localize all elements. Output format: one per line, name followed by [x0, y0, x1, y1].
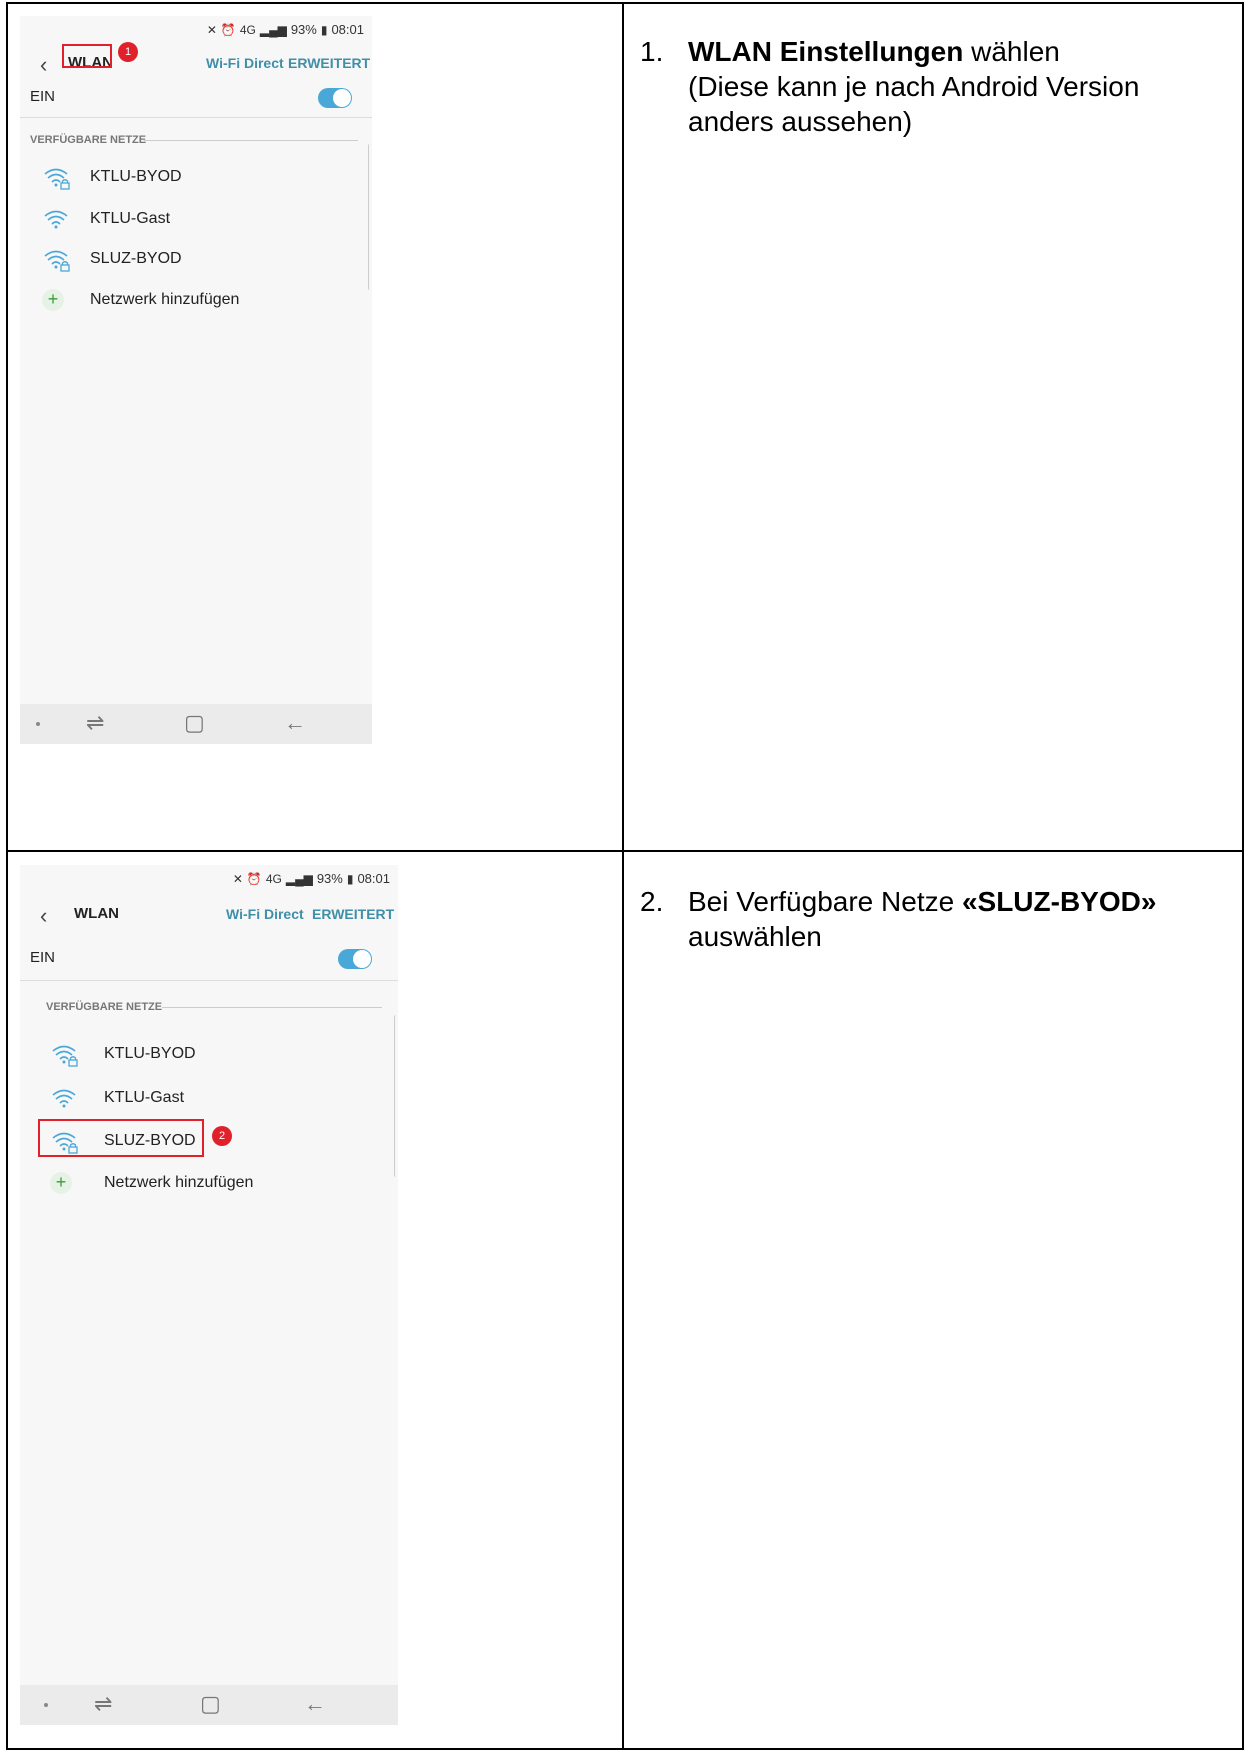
network-item-ktlu-byod[interactable]: KTLU-BYOD	[20, 160, 360, 196]
step-bold-text: «SLUZ-BYOD»	[961, 886, 1157, 917]
wlan-toggle-row[interactable]: EIN	[20, 76, 372, 118]
section-divider	[162, 1007, 382, 1008]
network-item-ktlu-gast[interactable]: KTLU-Gast	[20, 1081, 380, 1117]
wifi-lock-icon	[52, 1045, 78, 1067]
step-number: 1.	[640, 36, 664, 67]
ein-label: EIN	[30, 949, 56, 966]
step-badge-2: 2	[212, 1126, 232, 1146]
step-number: 2.	[640, 886, 664, 917]
network-type: 4G	[265, 871, 282, 886]
network-name: KTLU-BYOD	[104, 1045, 196, 1062]
plus-icon: +	[42, 289, 64, 311]
recents-icon[interactable]: ⇌	[94, 1691, 112, 1717]
step-text: auswählen	[688, 921, 822, 952]
plus-icon: +	[50, 1172, 72, 1194]
nav-back-icon[interactable]: ←	[304, 1691, 326, 1717]
network-name: KTLU-BYOD	[90, 168, 182, 185]
scrollbar[interactable]	[394, 1015, 398, 1177]
row-divider	[8, 850, 1242, 852]
step-badge-1: 1	[118, 42, 138, 62]
page-title: WLAN	[74, 905, 119, 922]
nav-back-icon[interactable]: ←	[284, 710, 306, 736]
step-text-prefix: Bei Verfügbare Netze	[688, 886, 962, 917]
network-name: SLUZ-BYOD	[90, 250, 182, 267]
network-name: KTLU-Gast	[90, 210, 171, 227]
clock: 08:01	[357, 871, 390, 886]
highlight-box-2	[38, 1119, 204, 1157]
battery-icon: ▮	[346, 871, 354, 886]
alarm-icon: ⏰	[246, 871, 262, 886]
navigation-bar: ⇌ ▢ ←	[20, 1685, 398, 1725]
phone-screenshot-1: ✕ ⏰ 4G ▂▄▆ 93% ▮ 08:01 ‹ WLAN Wi-Fi Dire…	[20, 16, 372, 744]
add-network-label: Netzwerk hinzufügen	[90, 291, 240, 308]
phone-screenshot-2: ✕ ⏰ 4G ▂▄▆ 93% ▮ 08:01 ‹ WLAN Wi-Fi Dire…	[20, 865, 398, 1725]
erweitert-button[interactable]: ERWEITERT	[312, 906, 394, 922]
alarm-icon: ⏰	[220, 22, 236, 37]
scrollbar[interactable]	[368, 144, 372, 290]
battery-icon: ▮	[320, 22, 328, 37]
step-text: wählen	[963, 36, 1060, 67]
battery-level: 93%	[316, 871, 343, 886]
network-name: KTLU-Gast	[104, 1089, 185, 1106]
add-network-item[interactable]: + Netzwerk hinzufügen	[20, 283, 360, 319]
navigation-bar: ⇌ ▢ ←	[20, 704, 372, 744]
wifi-direct-button[interactable]: Wi-Fi Direct	[226, 906, 304, 922]
home-icon[interactable]: ▢	[184, 710, 205, 736]
mute-icon: ✕	[232, 871, 243, 886]
back-icon[interactable]: ‹	[40, 52, 47, 78]
section-divider	[144, 140, 358, 141]
add-network-item[interactable]: + Netzwerk hinzufügen	[20, 1166, 380, 1202]
status-bar: ✕ ⏰ 4G ▂▄▆ 93% ▮ 08:01	[207, 22, 364, 37]
wifi-lock-icon	[44, 250, 70, 272]
section-header: VERFÜGBARE NETZE	[46, 1001, 163, 1013]
wifi-direct-button[interactable]: Wi-Fi Direct	[206, 55, 284, 71]
status-bar: ✕ ⏰ 4G ▂▄▆ 93% ▮ 08:01	[233, 871, 390, 886]
app-bar: ‹ WLAN Wi-Fi Direct ERWEITERT	[20, 895, 398, 935]
section-header: VERFÜGBARE NETZE	[30, 134, 147, 146]
network-item-ktlu-byod[interactable]: KTLU-BYOD	[20, 1037, 380, 1073]
nav-dot	[44, 1703, 48, 1707]
nav-dot	[36, 722, 40, 726]
network-type: 4G	[239, 22, 256, 37]
back-icon[interactable]: ‹	[40, 903, 47, 929]
mute-icon: ✕	[206, 22, 217, 37]
wifi-icon	[44, 210, 68, 229]
step-note: (Diese kann je nach Android Version ande…	[688, 71, 1140, 137]
battery-level: 93%	[290, 22, 317, 37]
instruction-step-1: 1. WLAN Einstellungen wählen (Diese kann…	[640, 34, 1208, 139]
ein-label: EIN	[30, 88, 56, 105]
wifi-icon	[52, 1089, 76, 1108]
highlight-box-1	[62, 44, 112, 68]
wlan-toggle-row[interactable]: EIN	[20, 935, 398, 981]
recents-icon[interactable]: ⇌	[86, 710, 104, 736]
network-item-ktlu-gast[interactable]: KTLU-Gast	[20, 202, 360, 238]
erweitert-button[interactable]: ERWEITERT	[288, 55, 370, 71]
column-divider	[622, 4, 624, 1748]
add-network-label: Netzwerk hinzufügen	[104, 1174, 254, 1191]
signal-icon: ▂▄▆	[285, 871, 313, 886]
wlan-toggle[interactable]	[318, 88, 352, 108]
clock: 08:01	[331, 22, 364, 37]
wifi-lock-icon	[44, 168, 70, 190]
signal-icon: ▂▄▆	[259, 22, 287, 37]
instruction-step-2: 2. Bei Verfügbare Netze «SLUZ-BYOD» ausw…	[640, 884, 1208, 954]
network-item-sluz-byod[interactable]: SLUZ-BYOD	[20, 242, 360, 278]
step-bold-text: WLAN Einstellungen	[688, 36, 964, 67]
wlan-toggle[interactable]	[338, 949, 372, 969]
home-icon[interactable]: ▢	[200, 1691, 221, 1717]
